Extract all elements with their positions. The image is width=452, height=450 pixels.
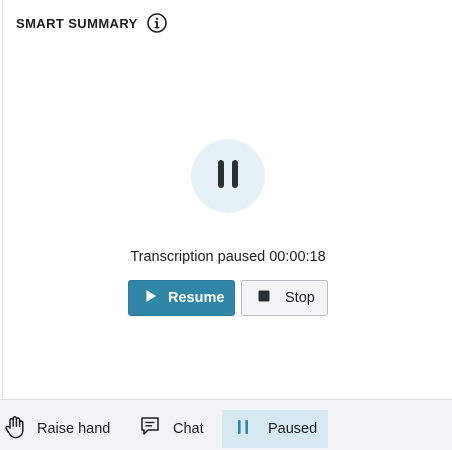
pause-icon <box>216 159 240 194</box>
play-icon <box>145 289 157 307</box>
hand-icon <box>4 415 26 443</box>
smart-summary-panel: SMART SUMMARY Transcription paused 00:00… <box>2 0 452 398</box>
resume-button-label: Resume <box>168 290 225 306</box>
stop-button[interactable]: Stop <box>241 280 328 316</box>
transcription-controls: Resume Stop <box>128 280 328 316</box>
paused-label: Paused <box>268 421 318 437</box>
pause-icon <box>237 419 249 439</box>
bottom-toolbar: Raise hand Chat Paused <box>0 399 452 450</box>
info-icon[interactable] <box>146 12 168 34</box>
stop-button-label: Stop <box>285 290 315 306</box>
panel-title: SMART SUMMARY <box>16 15 138 31</box>
transcription-status-indicator <box>191 139 265 213</box>
paused-button[interactable]: Paused <box>222 410 328 448</box>
chat-bubble-icon <box>140 416 160 442</box>
transcription-status-text: Transcription paused 00:00:18 <box>130 249 326 265</box>
panel-header: SMART SUMMARY <box>16 11 168 35</box>
resume-button[interactable]: Resume <box>128 280 235 316</box>
stop-icon <box>258 290 270 306</box>
chat-button[interactable]: Chat <box>138 410 204 448</box>
chat-label: Chat <box>173 421 204 437</box>
raise-hand-label: Raise hand <box>37 421 111 437</box>
page: SMART SUMMARY Transcription paused 00:00… <box>0 0 452 450</box>
raise-hand-button[interactable]: Raise hand <box>0 410 110 448</box>
